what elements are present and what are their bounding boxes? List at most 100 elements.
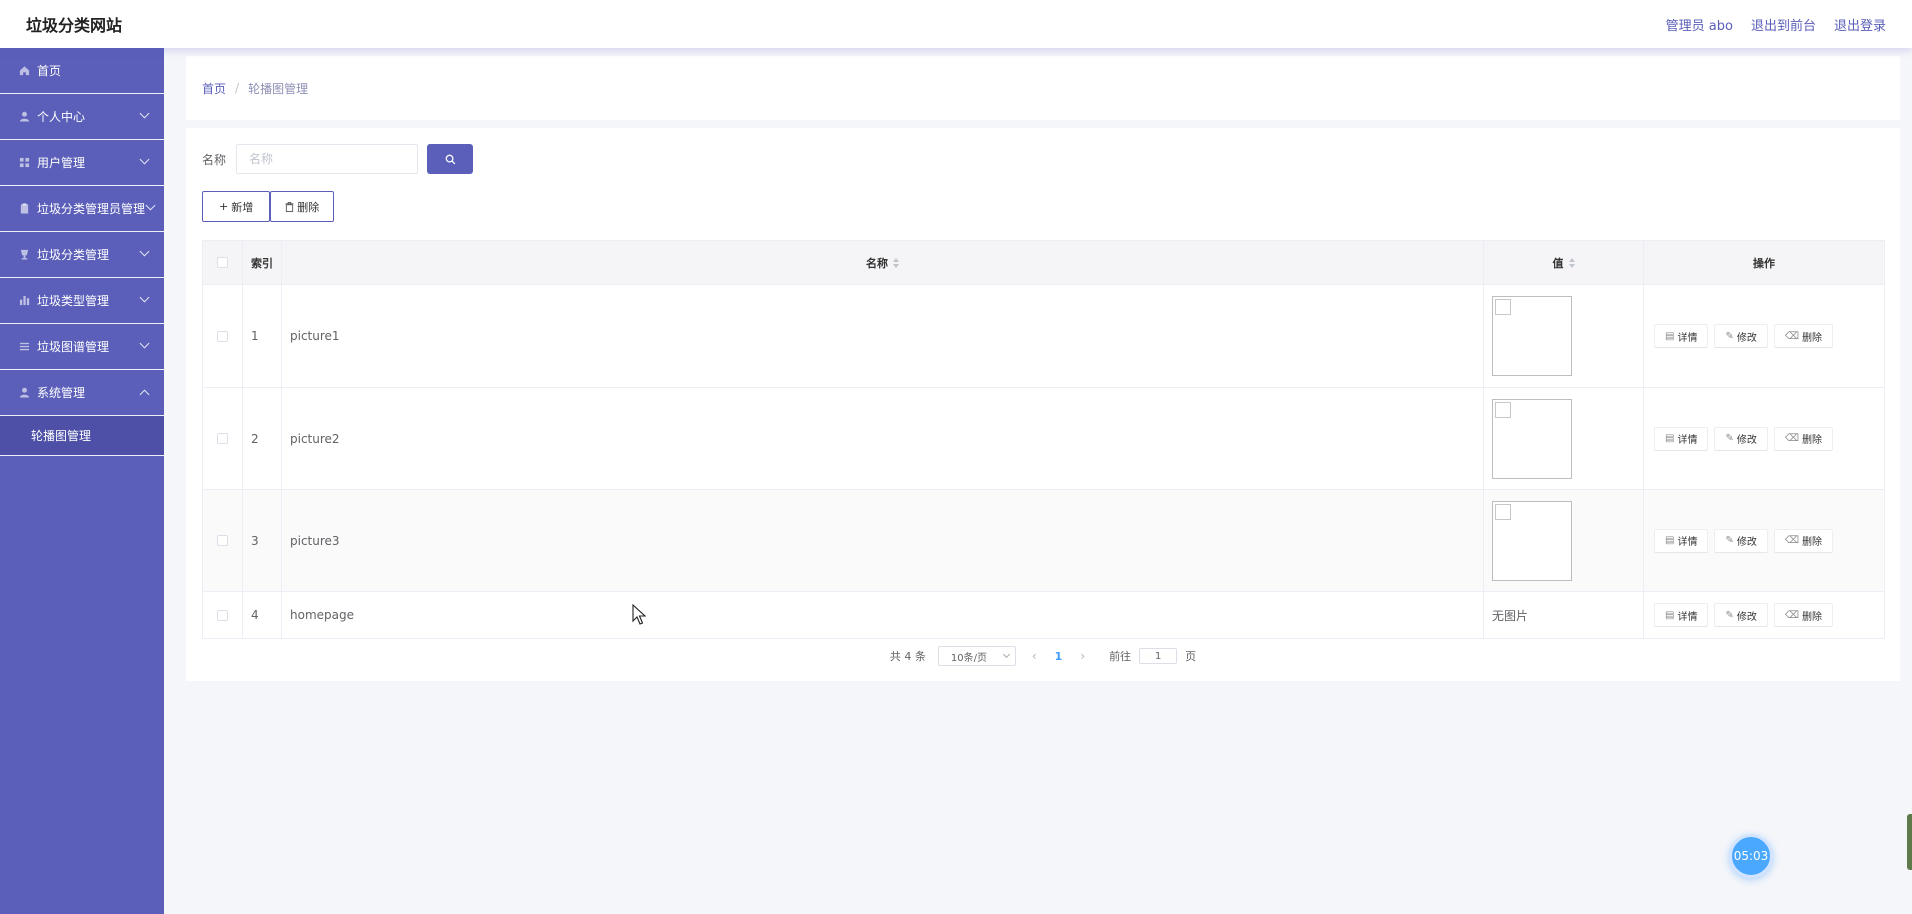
back-to-frontend-link[interactable]: 退出到前台 [1751,15,1816,34]
document-icon: ▤ [1665,330,1675,342]
chevron-down-icon [139,292,150,303]
broken-image-icon [1492,398,1572,479]
list-icon [18,341,30,353]
sidebar-item-label: 用户管理 [37,156,86,170]
row-checkbox-cell [203,592,243,638]
plus-icon: + [219,200,229,213]
edit-button[interactable]: ✎ 修改 [1714,528,1768,553]
trash-icon: ⌫ [1784,609,1799,621]
page-number-current[interactable]: 1 [1053,650,1065,663]
detail-label: 详情 [1677,435,1698,446]
breadcrumb-home[interactable]: 首页 [202,80,226,97]
home-icon [18,65,30,77]
row-index: 2 [243,388,282,489]
timer-badge[interactable]: 05:03 [1729,834,1773,878]
sidebar-item-personal-center[interactable]: 个人中心 [0,94,164,140]
sidebar-item-home[interactable]: 首页 [0,48,164,94]
document-icon: ▤ [1665,609,1675,621]
row-ops: ▤ 详情 ✎ 修改 ⌫ 删除 [1644,285,1884,387]
detail-button[interactable]: ▤ 详情 [1654,426,1709,451]
delete-label: 删除 [1801,332,1822,344]
sidebar-item-label: 个人中心 [37,110,86,124]
header-name[interactable]: 名称 [282,241,1484,284]
action-buttons: + 新增 删除 [202,191,335,222]
row-checkbox[interactable] [217,609,228,621]
sidebar-item-user-management[interactable]: 用户管理 [0,140,164,186]
row-checkbox[interactable] [217,535,228,546]
pencil-icon: ✎ [1725,609,1734,621]
next-page-button[interactable]: › [1072,649,1093,663]
pencil-icon: ✎ [1725,433,1734,444]
search-button[interactable] [427,144,474,174]
select-all-checkbox[interactable] [217,257,228,268]
user-icon [18,387,30,399]
sidebar-subitem-carousel[interactable]: 轮播图管理 [0,416,164,456]
delete-button[interactable]: ⌫ 删除 [1773,324,1833,348]
row-name: picture1 [282,285,1484,387]
row-value: 无图片 [1484,592,1644,638]
header-value[interactable]: 值 [1484,241,1644,284]
row-index: 4 [243,592,282,638]
goto-page-input[interactable] [1139,648,1178,664]
prev-page-button[interactable]: ‹ [1024,649,1045,663]
edit-button[interactable]: ✎ 修改 [1714,426,1768,451]
sidebar-item-label: 垃圾分类管理员管理 [37,202,146,216]
edit-button[interactable]: ✎ 修改 [1714,324,1768,348]
sidebar-item-system[interactable]: 系统管理 [0,370,164,416]
mouse-cursor-icon [632,604,646,625]
row-ops: ▤ 详情 ✎ 修改 ⌫ 删除 [1644,490,1884,591]
sidebar-item-garbage-category[interactable]: 垃圾分类管理 [0,232,164,278]
detail-label: 详情 [1677,611,1698,623]
detail-button[interactable]: ▤ 详情 [1654,324,1709,348]
row-name: homepage [282,592,1484,638]
site-title: 垃圾分类网站 [26,16,123,35]
header-checkbox-cell [203,241,243,284]
pencil-icon: ✎ [1725,535,1734,546]
admin-user-link[interactable]: 管理员 abo [1666,15,1733,34]
document-icon: ▤ [1665,433,1675,444]
delete-button[interactable]: ⌫ 删除 [1773,603,1833,627]
edit-button[interactable]: ✎ 修改 [1714,603,1768,627]
row-ops: ▤ 详情 ✎ 修改 ⌫ 删除 [1644,592,1884,638]
sidebar-item-garbage-atlas[interactable]: 垃圾图谱管理 [0,324,164,370]
page-size-select[interactable]: 10条/页 [937,646,1016,666]
delete-button[interactable]: ⌫ 删除 [1773,528,1833,553]
sidebar-item-garbage-type[interactable]: 垃圾类型管理 [0,278,164,324]
chevron-down-icon [139,338,150,349]
row-value [1484,490,1644,591]
batch-delete-button[interactable]: 删除 [270,191,335,222]
detail-button[interactable]: ▤ 详情 [1654,603,1709,627]
row-checkbox[interactable] [217,433,228,444]
trash-icon: ⌫ [1784,433,1799,444]
search-input[interactable] [236,144,419,174]
delete-button[interactable]: ⌫ 删除 [1773,426,1833,451]
detail-button[interactable]: ▤ 详情 [1654,528,1709,553]
detail-label: 详情 [1677,332,1698,344]
delete-label: 删除 [1801,611,1822,623]
pencil-icon: ✎ [1725,330,1734,342]
bar-chart-icon [18,295,30,307]
breadcrumb: 首页 / 轮播图管理 [186,56,1900,120]
header-ops: 操作 [1753,256,1775,270]
sidebar-item-admin-management[interactable]: 垃圾分类管理员管理 [0,186,164,232]
top-header: 垃圾分类网站 管理员 abo 退出到前台 退出登录 [0,0,1912,48]
trash-icon: ⌫ [1784,535,1799,546]
row-checkbox[interactable] [217,330,228,342]
sort-icon[interactable] [893,257,899,268]
sort-icon[interactable] [1568,257,1575,268]
sidebar-item-label: 系统管理 [37,386,86,400]
clipboard-icon [18,203,30,215]
edge-handle[interactable] [1907,814,1912,870]
add-button-label: 新增 [231,200,254,214]
grid-icon [18,157,30,169]
row-value [1484,285,1644,387]
row-name: picture2 [282,388,1484,489]
logout-link[interactable]: 退出登录 [1834,15,1886,34]
add-button[interactable]: + 新增 [202,191,271,222]
chevron-down-icon [1002,650,1010,659]
trash-icon: ⌫ [1784,330,1799,342]
chevron-down-icon [139,154,150,165]
goto-prefix: 前往 [1109,650,1132,663]
table-row: 4 homepage 无图片 ▤ 详情 ✎ 修改 ⌫ 删除 [203,592,1884,638]
broken-image-icon [1492,500,1572,581]
